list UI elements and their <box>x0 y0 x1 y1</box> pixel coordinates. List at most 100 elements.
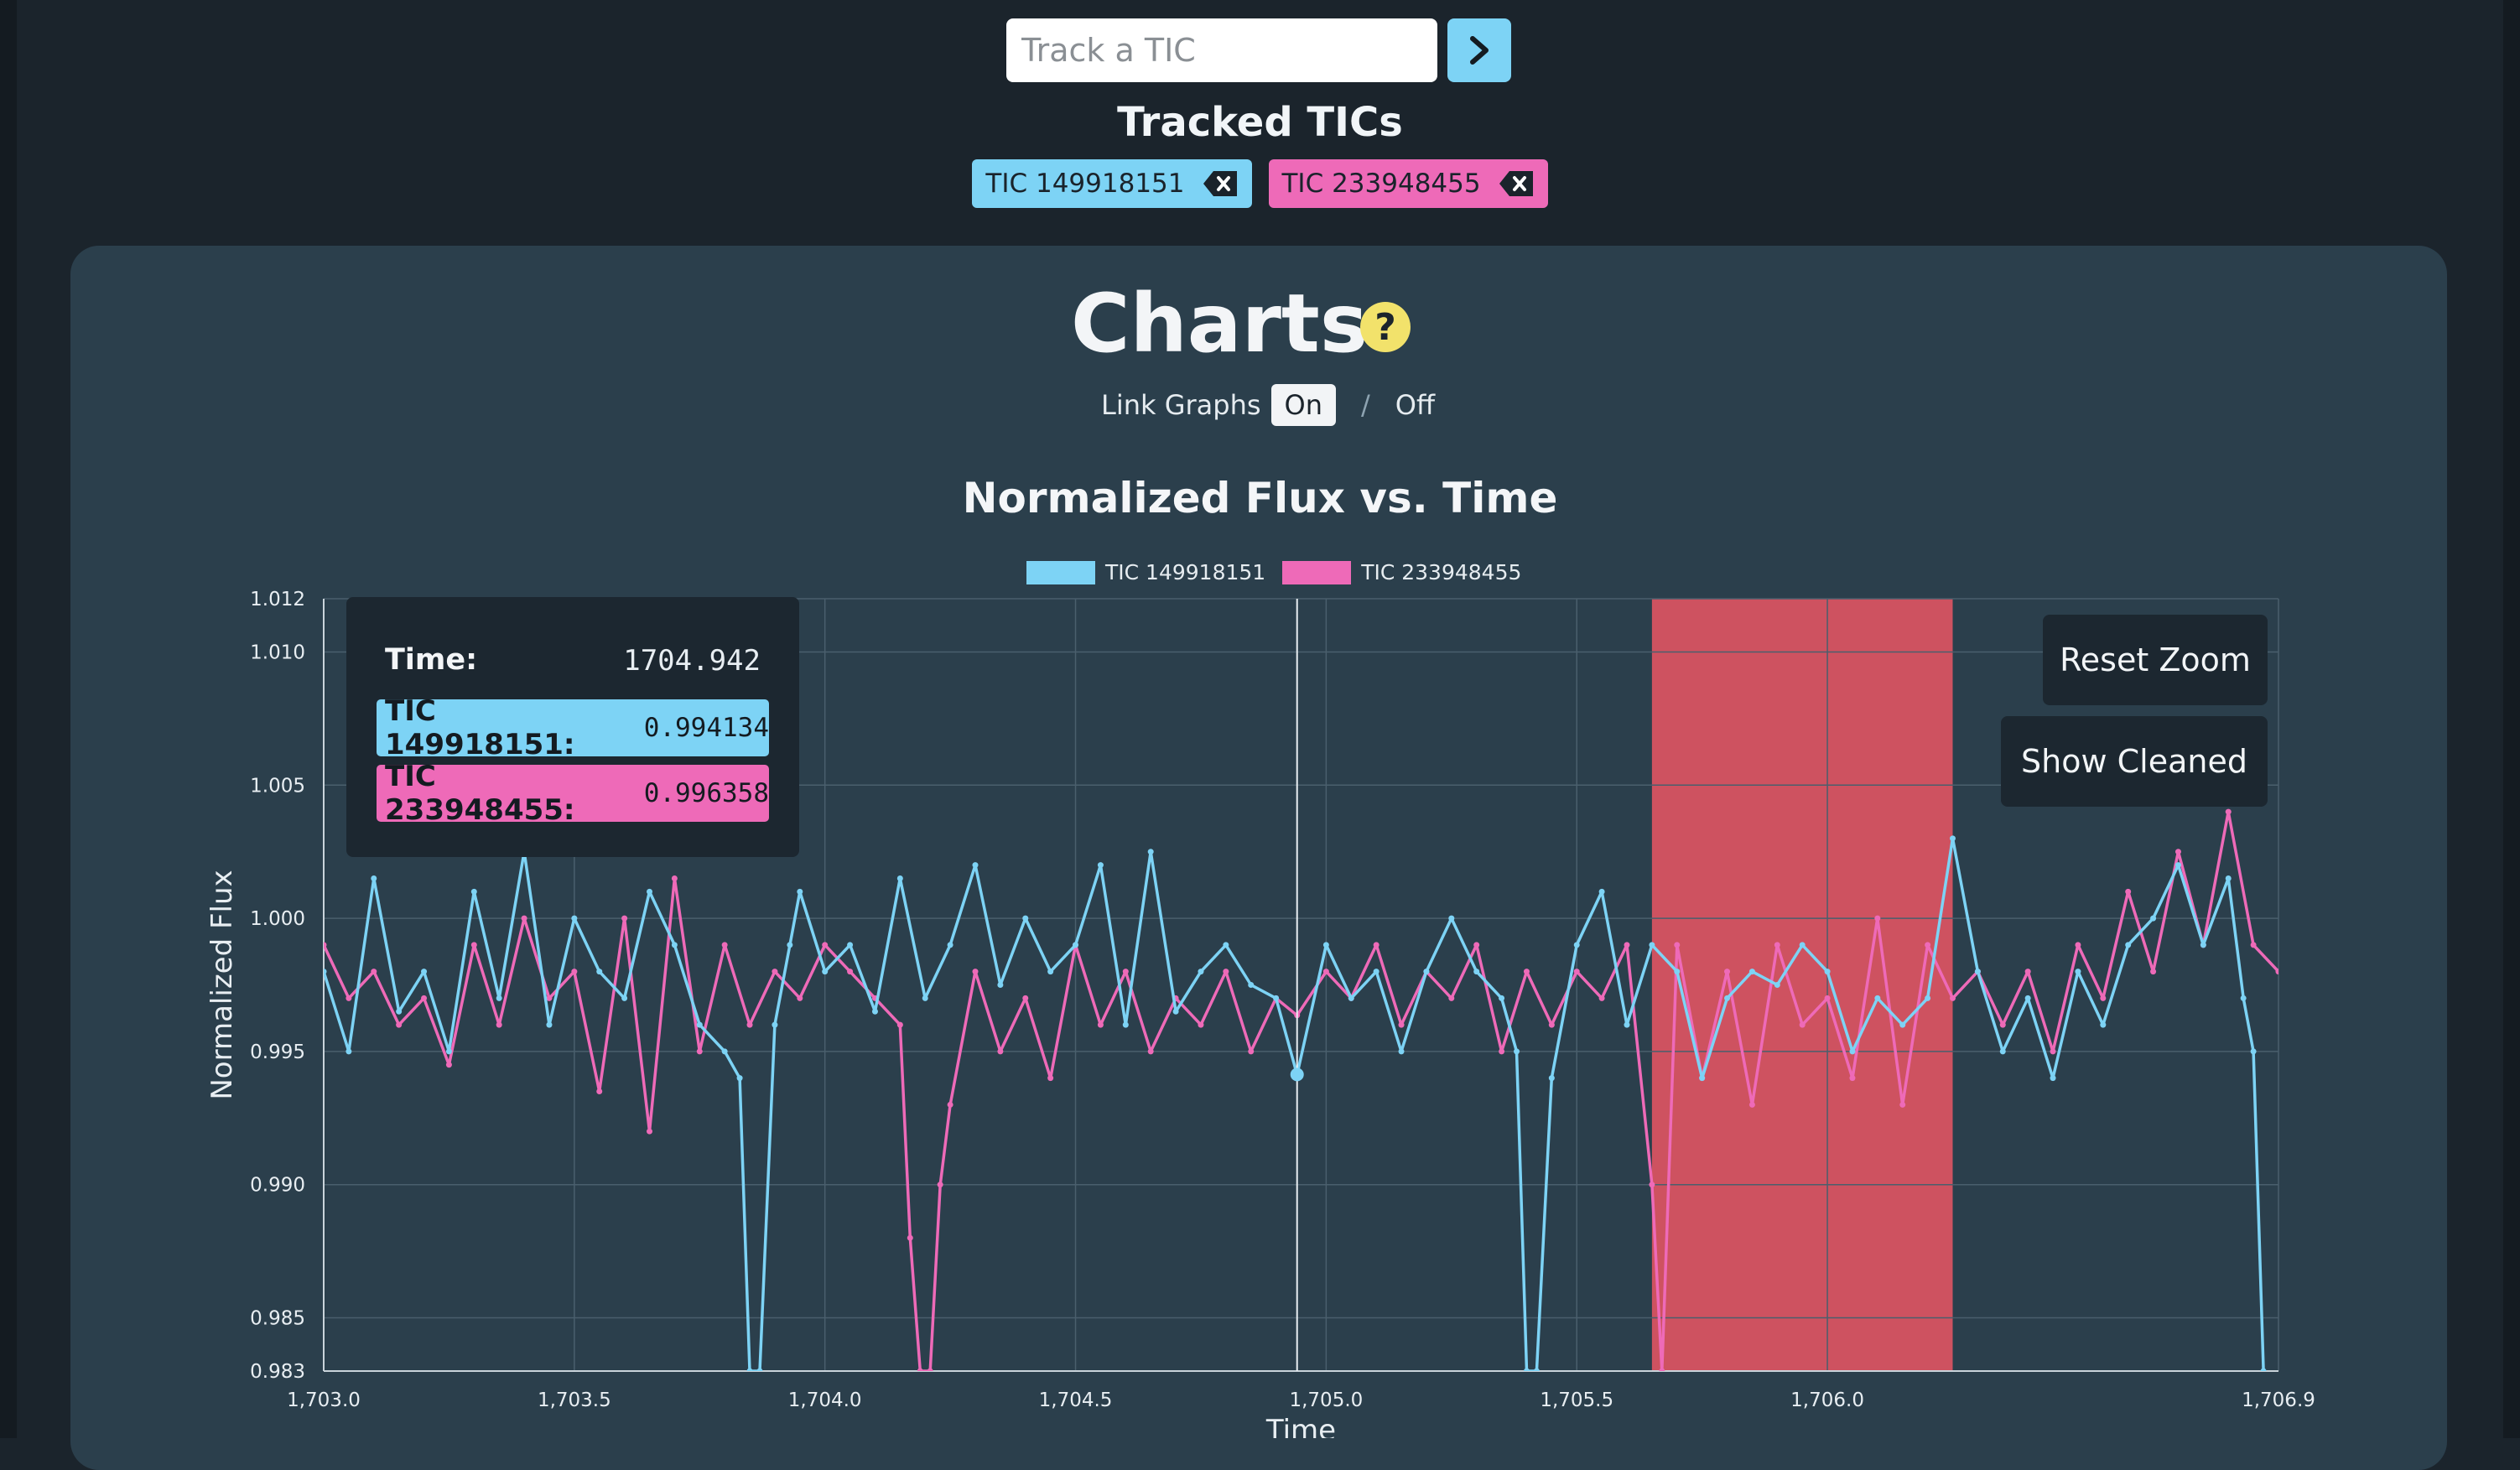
data-point <box>2275 969 2278 975</box>
data-point <box>1097 1021 1104 1028</box>
data-point <box>772 969 778 975</box>
data-point <box>1624 942 1630 948</box>
data-point <box>721 942 728 948</box>
data-point <box>621 915 628 922</box>
data-point <box>1022 915 1029 922</box>
data-point <box>445 1048 452 1055</box>
data-point <box>756 1368 763 1371</box>
data-point <box>1849 1048 1856 1055</box>
data-point <box>1097 862 1104 869</box>
data-point <box>1047 969 1054 975</box>
data-point <box>736 1075 743 1082</box>
data-point <box>1799 942 1806 948</box>
data-point <box>1073 942 1079 948</box>
data-point <box>1874 995 1881 1001</box>
data-point <box>2150 969 2157 975</box>
data-point <box>571 969 578 975</box>
data-point <box>1198 969 1204 975</box>
reset-zoom-button[interactable]: Reset Zoom <box>2043 615 2268 705</box>
data-point <box>847 969 854 975</box>
data-point <box>2050 1048 2056 1055</box>
data-point <box>2075 942 2081 948</box>
data-point <box>797 888 803 895</box>
tooltip-series-name: TIC 149918151: <box>385 694 575 761</box>
data-point <box>2100 1021 2107 1028</box>
data-point <box>571 915 578 922</box>
data-point <box>1248 1048 1255 1055</box>
data-point <box>1824 995 1831 1001</box>
data-point <box>470 888 477 895</box>
data-point <box>1499 1048 1505 1055</box>
highlight-band <box>1651 599 1953 1371</box>
data-point <box>421 995 428 1001</box>
data-point <box>997 1048 1004 1055</box>
data-point <box>621 995 628 1001</box>
data-point <box>847 942 854 948</box>
data-point <box>647 1128 652 1135</box>
data-point <box>2100 995 2107 1001</box>
x-tick-label: 1,706.0 <box>1790 1389 1864 1411</box>
data-point <box>1699 1075 1706 1082</box>
data-point <box>1724 995 1731 1001</box>
data-point <box>1533 1368 1540 1371</box>
y-tick-label: 1.000 <box>250 908 305 930</box>
data-point <box>346 995 352 1001</box>
y-tick-label: 0.995 <box>250 1041 305 1063</box>
data-point <box>1748 1101 1755 1108</box>
data-point <box>917 1368 923 1371</box>
data-point <box>1514 1048 1520 1055</box>
data-point <box>1925 942 1931 948</box>
data-point <box>2174 849 2181 855</box>
data-point <box>1649 942 1655 948</box>
data-point <box>1373 969 1380 975</box>
data-point <box>1999 1048 2006 1055</box>
data-point <box>1573 969 1580 975</box>
x-tick-label: 1,703.0 <box>287 1389 361 1411</box>
data-point <box>2260 1368 2267 1371</box>
data-point <box>445 1062 452 1068</box>
data-point <box>937 1182 943 1188</box>
data-point <box>907 1234 913 1241</box>
data-point <box>324 969 327 975</box>
data-point <box>1147 1048 1154 1055</box>
data-point <box>997 982 1004 988</box>
data-point <box>371 875 377 881</box>
data-point <box>2250 942 2257 948</box>
data-point <box>1774 942 1780 948</box>
data-point <box>1849 1075 1856 1082</box>
data-point <box>1523 969 1530 975</box>
data-point <box>546 1021 553 1028</box>
data-point <box>2125 888 2132 895</box>
data-point <box>647 888 652 895</box>
tooltip-time-label: Time: <box>385 643 478 677</box>
data-point <box>1273 995 1280 1001</box>
data-point <box>496 995 502 1001</box>
data-point <box>1999 1021 2006 1028</box>
data-point <box>1373 942 1380 948</box>
data-point <box>596 969 603 975</box>
data-point <box>1423 969 1430 975</box>
data-point <box>2125 942 2132 948</box>
tooltip-series-value: 0.996358 <box>643 778 769 808</box>
data-point <box>1674 942 1681 948</box>
data-point <box>1448 915 1455 922</box>
data-point <box>1974 969 1981 975</box>
data-point <box>1198 1021 1204 1028</box>
data-point <box>947 942 953 948</box>
data-point <box>1523 1368 1530 1371</box>
data-point <box>421 969 428 975</box>
data-point <box>896 875 903 881</box>
data-point <box>1172 1008 1179 1015</box>
data-point <box>787 942 793 948</box>
data-point <box>1748 969 1755 975</box>
data-point <box>1448 995 1455 1001</box>
data-point <box>822 969 829 975</box>
y-axis-label: Normalized Flux <box>205 870 239 1099</box>
data-point <box>2200 942 2206 948</box>
data-point <box>1548 1075 1555 1082</box>
data-point <box>1548 1021 1555 1028</box>
y-tick-label: 0.990 <box>250 1175 305 1197</box>
data-point <box>1649 1182 1655 1188</box>
show-cleaned-button[interactable]: Show Cleaned <box>2001 716 2268 807</box>
data-point <box>396 1021 403 1028</box>
